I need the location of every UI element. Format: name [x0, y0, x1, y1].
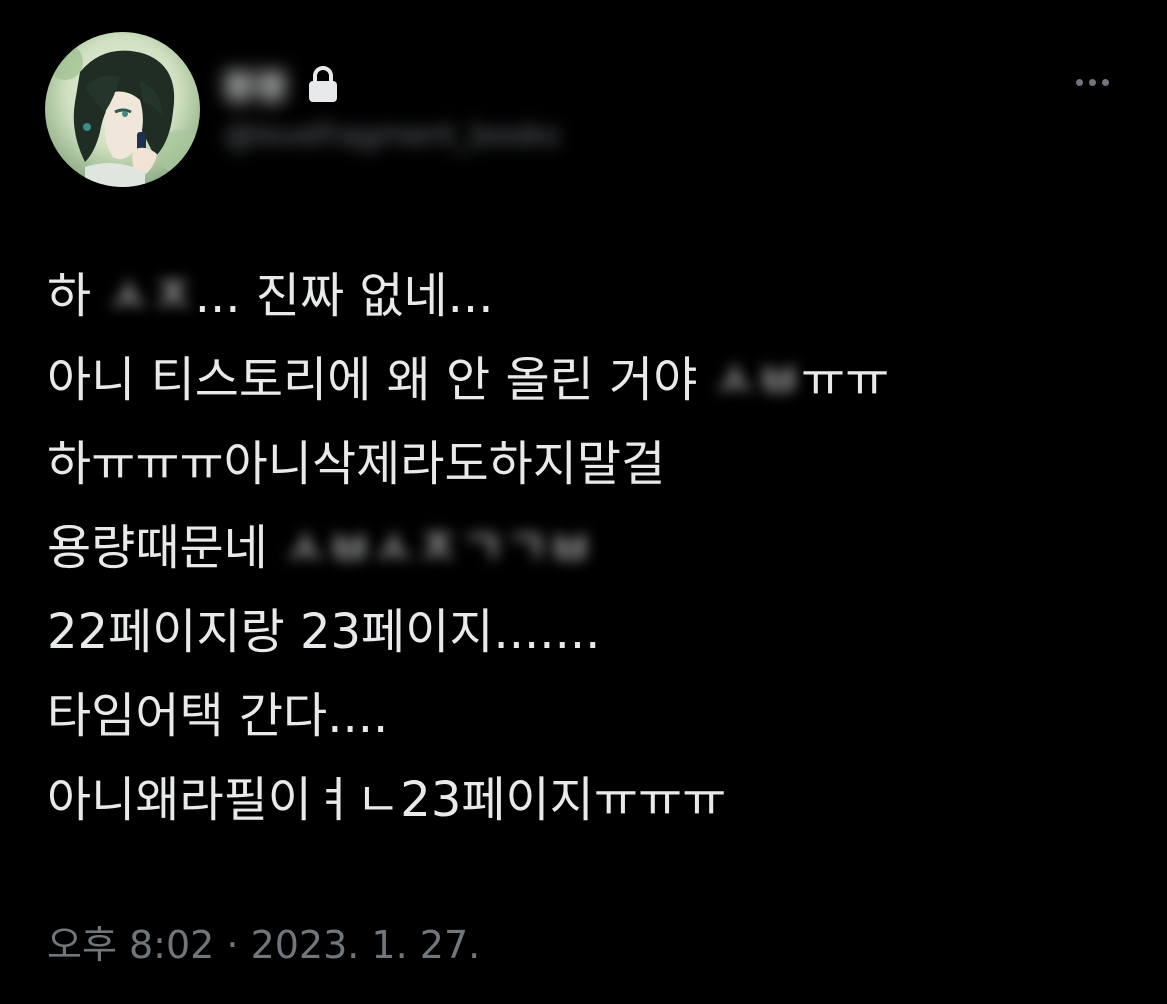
author-handle[interactable]: @lovefragment_books — [224, 118, 559, 153]
censored-text: ㅅㅂㅅㅈㄱㄱㅂ — [283, 520, 593, 576]
tweet-line-text: ㅠㅠ — [800, 352, 890, 408]
tweet-line: 하ㅠㅠㅠ아니삭제라도하지말걸 — [47, 422, 1127, 506]
tweet-line-text: 하ㅠㅠㅠ아니삭제라도하지말걸 — [47, 436, 666, 492]
tweet-line: 22페이지랑 23페이지....... — [47, 590, 1127, 674]
lock-icon — [309, 66, 338, 102]
tweet-line-text: 아니 티스토리에 왜 안 올린 거야 — [47, 352, 713, 408]
tweet-line-text: ... 진짜 없네... — [194, 268, 494, 324]
tweet-line: 타임어택 간다.... — [47, 674, 1127, 758]
tweet-line-text: 하 — [47, 268, 107, 324]
tweet-line-text: 용량때문네 — [47, 520, 284, 576]
censored-text: ㅅㅂ — [712, 352, 801, 408]
censored-text: ㅅㅈ — [106, 268, 195, 324]
tweet: 봉봉 @lovefragment_books 하 ㅅㅈ... 진짜 없네... … — [0, 0, 1167, 1004]
more-horizontal-icon — [1088, 78, 1096, 86]
tweet-timestamp[interactable]: 오후 8:02 · 2023. 1. 27. — [47, 914, 480, 969]
tweet-line-text: 타임어택 간다.... — [47, 688, 389, 744]
tweet-text: 하 ㅅㅈ... 진짜 없네... 아니 티스토리에 왜 안 올린 거야 ㅅㅂㅠㅠ… — [47, 254, 1127, 842]
author-display-name[interactable]: 봉봉 — [222, 58, 288, 110]
more-horizontal-icon — [1075, 78, 1083, 86]
author-name-row: 봉봉 — [222, 62, 340, 108]
avatar-illustration — [45, 32, 200, 187]
tweet-line: 하 ㅅㅈ... 진짜 없네... — [47, 254, 1127, 338]
tweet-line: 아니왜라필이ㅕㄴ23페이지ㅠㅠㅠ — [47, 758, 1127, 842]
avatar[interactable] — [45, 32, 200, 187]
tweet-line: 용량때문네 ㅅㅂㅅㅈㄱㄱㅂ — [47, 506, 1127, 590]
tweet-line-text: 아니왜라필이ㅕㄴ23페이지ㅠㅠㅠ — [47, 772, 727, 828]
tweet-line-text: 22페이지랑 23페이지....... — [47, 604, 601, 660]
more-horizontal-icon — [1101, 78, 1109, 86]
more-options-button[interactable] — [1066, 62, 1118, 102]
tweet-line: 아니 티스토리에 왜 안 올린 거야 ㅅㅂㅠㅠ — [47, 338, 1127, 422]
